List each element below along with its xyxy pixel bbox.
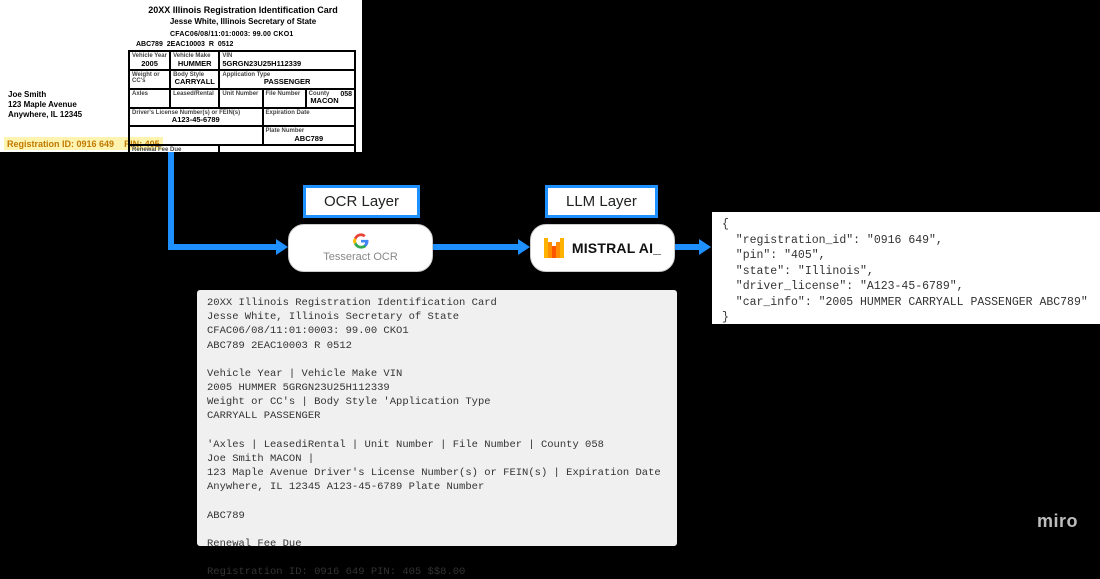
- val-apptype: PASSENGER: [222, 78, 352, 86]
- label-leased: Leased/Rental: [173, 91, 214, 97]
- arrow-head-3: [699, 239, 711, 255]
- miro-watermark: miro: [1037, 511, 1078, 532]
- val-vin: 5GRGN23U25H112339: [222, 60, 352, 68]
- arrow-card-to-ocr-h: [168, 244, 276, 250]
- val-vehicle-year: 2005: [132, 60, 167, 68]
- address-block: Joe Smith 123 Maple Avenue Anywhere, IL …: [8, 90, 82, 120]
- val-plate: ABC789: [266, 135, 352, 143]
- label-exp: Expiration Date: [266, 110, 310, 116]
- mistral-label: MISTRAL AI_: [572, 240, 661, 256]
- val-fee: $55.00: [132, 154, 216, 162]
- label-file: File Number: [266, 91, 301, 97]
- mistral-icon: [544, 238, 564, 258]
- arrow-head-2: [518, 239, 530, 255]
- llm-layer-tag: LLM Layer: [545, 185, 658, 218]
- val-vehicle-make: HUMMER: [173, 60, 216, 68]
- registration-card: 20XX Illinois Registration Identificatio…: [0, 0, 362, 152]
- val-body: CARRYALL: [173, 78, 216, 86]
- arrow-card-to-ocr-v: [168, 152, 174, 250]
- google-g-icon: [353, 233, 369, 249]
- addr-street: 123 Maple Avenue: [8, 100, 77, 109]
- arrow-head-1: [276, 239, 288, 255]
- arrow-llm-to-json: [675, 244, 699, 250]
- llm-stage: MISTRAL AI_: [530, 224, 675, 272]
- addr-city: Anywhere, IL 12345: [8, 110, 82, 119]
- arrow-ocr-to-llm: [433, 244, 518, 250]
- label-unit: Unit Number: [222, 91, 258, 97]
- label-weight: Weight or CC's: [132, 72, 160, 85]
- ocr-stage: Tesseract OCR: [288, 224, 433, 272]
- regid: Registration ID: 0916 649: [7, 139, 114, 149]
- addr-name: Joe Smith: [8, 90, 46, 99]
- json-output: { "registration_id": "0916 649", "pin": …: [712, 212, 1100, 324]
- val-dl: A123-45-6789: [132, 116, 260, 124]
- card-code-line-1: CFAC06/08/11:01:0003: 99.00 CKO1: [170, 31, 294, 38]
- card-code-line-2: ABC789 2EAC10003 R 0512: [136, 41, 233, 48]
- card-subtitle: Jesse White, Illinois Secretary of State: [128, 17, 358, 26]
- vehicle-table: Vehicle Year2005 Vehicle MakeHUMMER VIN5…: [128, 50, 356, 165]
- ocr-layer-tag: OCR Layer: [303, 185, 420, 218]
- val-county-no: 058: [340, 91, 352, 99]
- card-title: 20XX Illinois Registration Identificatio…: [128, 6, 358, 16]
- val-county: MACON: [309, 97, 352, 105]
- label-axles: Axles: [132, 91, 148, 97]
- ocr-raw-output: 20XX Illinois Registration Identificatio…: [197, 290, 677, 546]
- tesseract-label: Tesseract OCR: [323, 251, 398, 263]
